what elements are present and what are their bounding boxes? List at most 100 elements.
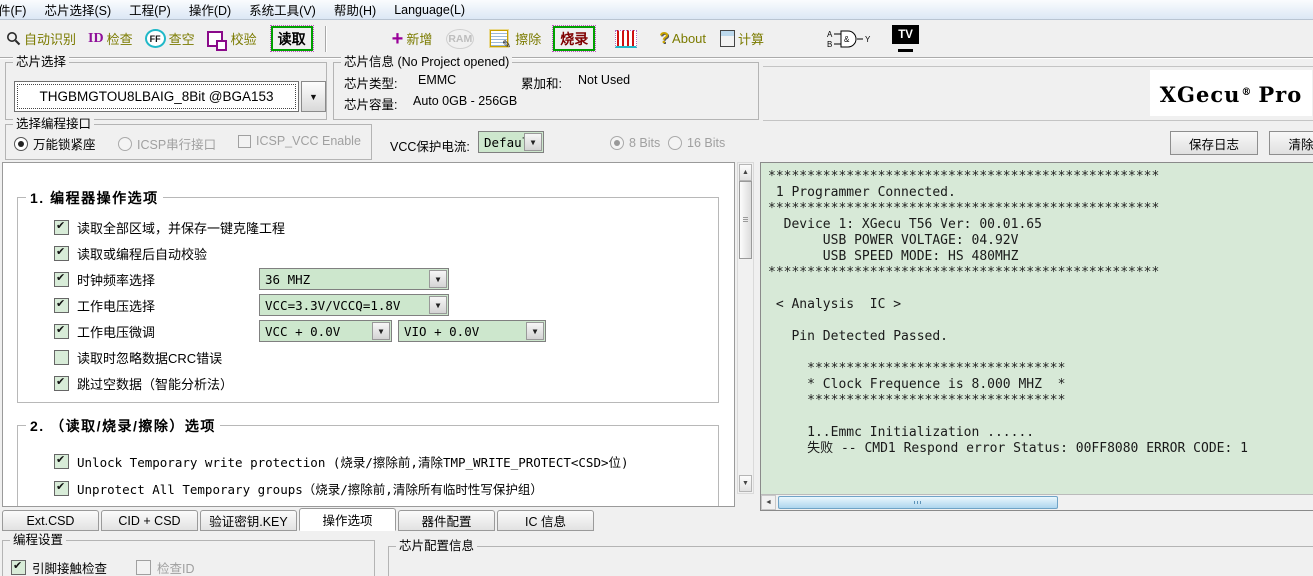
chip-config-group: 芯片配置信息 [388,546,1313,576]
add-new-label: 新增 [406,29,432,48]
interface-group: 选择编程接口 万能锁紧座 ICSP串行接口 ICSP_VCC Enable [5,124,372,160]
burn-button[interactable]: 烧录 [553,26,595,51]
tab-device-config[interactable]: 器件配置 [398,510,495,531]
logic-gate-icon: A B & Y [826,28,874,50]
option-row-ignore-crc[interactable]: 读取时忽略数据CRC错误 [18,344,718,370]
radio-16bits-label: 16 Bits [687,136,725,150]
pin-detect-button[interactable] [615,30,637,48]
save-log-button[interactable]: 保存日志 [1170,131,1258,155]
chip-select-combo[interactable]: THGBMGTOU8LBAIG_8Bit @BGA153 [14,81,299,112]
checkbox-icon[interactable] [54,324,69,339]
option-row-skip-blank[interactable]: 跳过空数据（智能分析法） [18,370,718,396]
options-vertical-scrollbar[interactable] [737,162,754,494]
vio-trim-select[interactable]: VIO + 0.0V [398,320,546,342]
option-row-clock-freq[interactable]: 时钟频率选择 36 MHZ [18,266,718,292]
rw-erase-options-title: 2. （读取/烧录/擦除）选项 [26,416,220,436]
toolbar-separator [325,26,326,52]
option-row-unprotect-groups[interactable]: Unprotect All Temporary groups（烧录/擦除前,清除… [18,475,718,502]
auto-identify-button[interactable]: 自动识别 [6,29,76,48]
vcc-trim-select[interactable]: VCC + 0.0V [259,320,392,342]
option-row-read-all[interactable]: 读取全部区域，并保存一键克隆工程 [18,214,718,240]
checkbox-icon[interactable] [54,220,69,235]
menu-help[interactable]: 帮助(H) [325,0,385,19]
blank-check-button[interactable]: FF 查空 [145,29,195,48]
programming-settings-group: 编程设置 引脚接触检查 检查ID [2,540,375,576]
option-row-work-voltage[interactable]: 工作电压选择 VCC=3.3V/VCCQ=1.8V [18,292,718,318]
logic-gate-button[interactable]: A B & Y [826,28,874,50]
calculator-button[interactable]: 计算 [720,29,764,48]
brand-name: XGecu [1160,82,1241,107]
about-button[interactable]: ? About [659,30,706,48]
checkbox-icon[interactable] [54,454,69,469]
verify-button[interactable]: 校验 [207,29,257,48]
chip-select-dropdown-arrow[interactable] [301,81,326,112]
vcc-current-select[interactable]: Default [478,131,544,153]
dropdown-arrow-icon[interactable] [526,322,544,340]
add-new-button[interactable]: + 新增 [392,29,433,48]
check-id-label: 检查ID [157,558,195,576]
calculator-label: 计算 [738,29,764,48]
scroll-down-arrow[interactable] [739,475,752,492]
clear-log-button[interactable]: 清除 [1269,131,1313,155]
menu-language[interactable]: Language(L) [385,0,474,19]
chip-info-group: 芯片信息 (No Project opened) 芯片类型: EMMC 累加和:… [333,62,759,120]
scroll-up-arrow[interactable] [739,164,752,181]
option-row-unlock-tmp[interactable]: Unlock Temporary write protection (烧录/擦除… [18,448,718,475]
checkbox-icon[interactable] [54,272,69,287]
scroll-left-arrow[interactable] [761,495,776,510]
radio-icon [118,137,132,151]
chip-capacity-value: Auto 0GB - 256GB [413,94,517,108]
option-label: 读取或编程后自动校验 [77,244,207,263]
toolbar: 自动识别 ID 检查 FF 查空 校验 读取 + 新增 RAM 擦除 烧录 [0,20,1313,58]
tab-ext-csd[interactable]: Ext.CSD [2,510,99,531]
svg-text:A: A [827,30,833,39]
menu-project[interactable]: 工程(P) [120,0,180,19]
bottom-tab-bar: Ext.CSD CID + CSD 验证密钥.KEY 操作选项 器件配置 IC … [2,508,596,531]
checkbox-icon[interactable] [11,560,26,575]
checkbox-icon[interactable] [54,376,69,391]
menu-bar: 件(F) 芯片选择(S) 工程(P) 操作(D) 系统工具(V) 帮助(H) L… [0,0,1313,20]
work-voltage-select[interactable]: VCC=3.3V/VCCQ=1.8V [259,294,449,316]
radio-universal-socket[interactable]: 万能锁紧座 [14,134,96,153]
option-label: 读取全部区域，并保存一键克隆工程 [77,218,285,237]
option-row-auto-verify[interactable]: 读取或编程后自动校验 [18,240,718,266]
erase-button[interactable]: 擦除 [490,29,541,48]
checkbox-icon[interactable] [54,350,69,365]
menu-operation[interactable]: 操作(D) [180,0,240,19]
scrollbar-thumb[interactable] [739,181,752,259]
app-window: 件(F) 芯片选择(S) 工程(P) 操作(D) 系统工具(V) 帮助(H) L… [0,0,1313,576]
menu-file[interactable]: 件(F) [0,0,35,19]
checksum-value: Not Used [578,73,630,87]
option-label: 时钟频率选择 [77,270,259,289]
scrollbar-thumb[interactable] [778,496,1058,509]
checkbox-icon[interactable] [54,246,69,261]
blank-check-icon: FF [145,29,166,48]
tab-verify-key[interactable]: 验证密钥.KEY [200,510,297,531]
tab-operation-options[interactable]: 操作选项 [299,508,396,531]
dropdown-arrow-icon[interactable] [429,270,447,288]
checkbox-icon[interactable] [54,298,69,313]
menu-system-tools[interactable]: 系统工具(V) [240,0,325,19]
vcc-current-label: VCC保护电流: [390,136,470,155]
vio-trim-value: VIO + 0.0V [404,324,479,339]
log-horizontal-scrollbar[interactable] [761,494,1313,510]
radio-icon [668,136,682,150]
id-check-button[interactable]: ID 检查 [88,29,133,48]
dropdown-arrow-icon[interactable] [372,322,390,340]
calculator-icon [720,30,735,47]
menu-chip-select[interactable]: 芯片选择(S) [35,0,120,19]
tab-cid-csd[interactable]: CID + CSD [101,510,198,531]
dropdown-arrow-icon[interactable] [524,133,542,151]
option-row-voltage-trim[interactable]: 工作电压微调 VCC + 0.0V VIO + 0.0V [18,318,718,344]
radio-icon[interactable] [14,137,28,151]
tab-ic-info[interactable]: IC 信息 [497,510,594,531]
dropdown-arrow-icon[interactable] [429,296,447,314]
radio-universal-socket-label: 万能锁紧座 [33,134,96,153]
checkbox-check-id: 检查ID [136,558,195,576]
tv-button[interactable]: TV [892,25,919,52]
clock-freq-select[interactable]: 36 MHZ [259,268,449,290]
checkbox-pin-contact-check[interactable]: 引脚接触检查 [11,558,107,576]
read-button[interactable]: 读取 [271,26,313,51]
clock-freq-value: 36 MHZ [265,272,310,287]
checkbox-icon[interactable] [54,481,69,496]
